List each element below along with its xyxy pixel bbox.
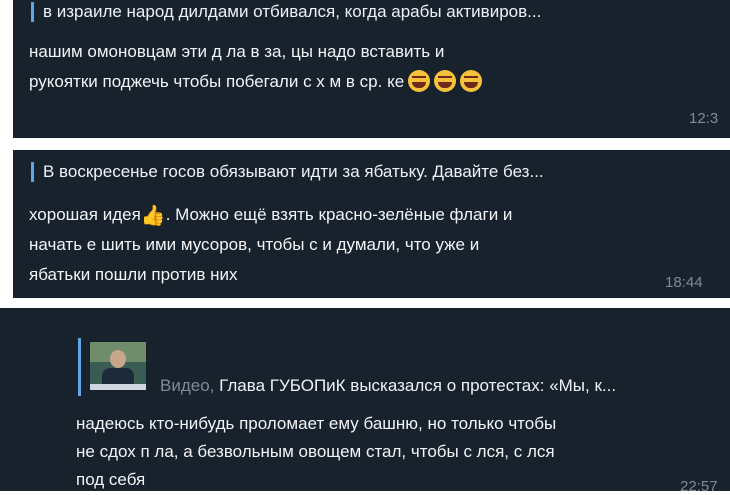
message-text-1-line-2: рукоятки поджечь чтобы побегали с х м в … <box>29 70 483 93</box>
reply-quote-1[interactable]: в израиле народ дилдами отбивался, когда… <box>31 2 730 22</box>
message-text-2-line-1-start: хорошая идея <box>29 205 141 224</box>
message-time-2: 18:44 <box>665 274 703 291</box>
message-bubble-3[interactable]: Видео, Глава ГУБОПиК высказался о протес… <box>0 308 730 495</box>
reply-quote-3-text: Глава ГУБОПиК высказался о протестах: «М… <box>219 376 617 395</box>
reply-quote-3[interactable]: Видео, Глава ГУБОПиК высказался о протес… <box>160 376 720 396</box>
laughing-tears-emoji <box>408 70 431 92</box>
message-text-1-line-1: нашим омоновцам эти д ла в за, цы надо в… <box>29 42 445 61</box>
message-text-2-line-1-end: . Можно ещё взять красно-зелёные флаги и <box>165 205 513 224</box>
video-thumbnail[interactable] <box>90 342 146 390</box>
laughing-tears-emoji <box>460 70 483 92</box>
message-text-2-line-3: ябатьки пошли против них <box>29 265 238 284</box>
video-label: Видео, <box>160 376 220 395</box>
reply-quote-2[interactable]: В воскресенье госов обязывают идти за яб… <box>31 162 730 182</box>
message-text-3-line-3: под себя <box>76 470 146 489</box>
thumbs-up-emoji: 👍 <box>140 205 166 227</box>
laughing-tears-emoji <box>434 70 457 92</box>
message-bubble-2[interactable]: В воскресенье госов обязывают идти за яб… <box>13 150 730 298</box>
message-text-2-line-2: начать е шить ими мусоров, чтобы с и дум… <box>29 235 480 254</box>
message-text-3-line-1: надеюсь кто-нибудь проломает ему башню, … <box>76 414 557 433</box>
message-time-1: 12:3 <box>689 110 719 127</box>
message-bubble-1[interactable]: в израиле народ дилдами отбивался, когда… <box>13 0 730 138</box>
message-time-3: 22:57 <box>680 478 718 495</box>
message-text-1-line-2-text: рукоятки поджечь чтобы побегали с х м в … <box>29 72 405 91</box>
reply-quote-bar-3 <box>78 338 81 396</box>
message-text-2-line-1: хорошая идея👍. Можно ещё взять красно-зе… <box>29 203 512 228</box>
message-text-3-line-2: не сдох п ла, а безвольным овощем стал, … <box>76 442 555 461</box>
